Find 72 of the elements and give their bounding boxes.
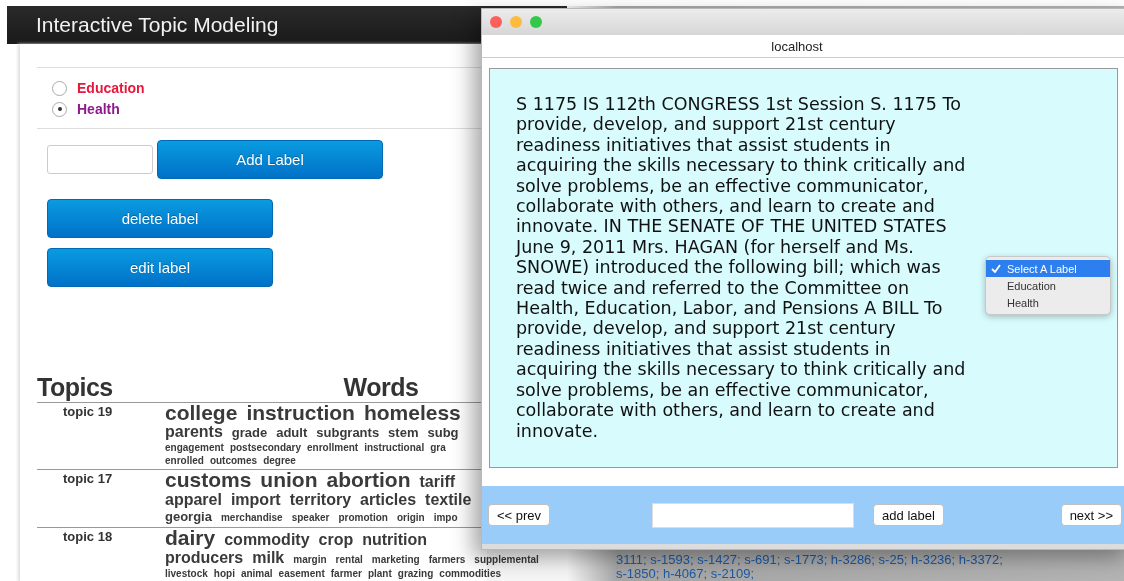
document-text: S 1175 IS 112th CONGRESS 1st Session S. 1175 To provide, develop, and support 21st century readiness initiatives that assist students in acquiring the skills necessary to think critically and solve problems, be an effective communicator, collaborate with others, and learn to create and innovate. IN THE SENATE OF THE UNITED STATES June 9, 2011 Mrs. HAGAN (for herself and Ms. SNOWE) introduced the following bill; which was read twice and referred to the Committee on Health, Education, Labor, and Pensions A BILL To provide, develop, and support 21st century readiness initiatives that assist students in acquiring the skills necessary to think critically and solve problems, be an effective communicator, collaborate with others, and learn to create and innovate. xyxy=(516,94,967,441)
topic-word: commodities xyxy=(439,567,502,580)
topic-word: speaker xyxy=(291,511,330,524)
topic-word: producers xyxy=(165,549,244,567)
topic-word: college xyxy=(165,403,238,423)
topic-word: apparel xyxy=(165,491,222,509)
topic-word: gra xyxy=(430,441,446,454)
topic-word: easement xyxy=(278,567,325,580)
topic-word: commodity xyxy=(224,531,310,549)
topic-word: merchandise xyxy=(220,511,283,524)
topic-word: postsecondary xyxy=(229,441,302,454)
prev-button[interactable]: << prev xyxy=(488,504,551,526)
bill-references: 3111; s-1593; s-1427; s-691; s-1773; h-3286; s-25; h-3236; h-3372; xyxy=(616,553,1004,567)
address-text: localhost xyxy=(771,38,823,54)
topic-word: plant xyxy=(367,567,392,580)
menu-option[interactable]: Education xyxy=(986,277,1110,294)
topic-word: union xyxy=(260,470,318,490)
column-header: Words xyxy=(343,373,419,402)
topic-word: grazing xyxy=(397,567,434,580)
topic-word: outcomes xyxy=(209,454,258,467)
topic-word: import xyxy=(230,491,281,509)
topic-word: grade xyxy=(231,425,268,441)
menu-option[interactable]: Health xyxy=(986,294,1110,311)
topic-word: subgrants xyxy=(316,425,380,441)
topic-word: promotion xyxy=(338,511,388,524)
next-button[interactable]: next >> xyxy=(1060,504,1122,526)
column-header: Topics xyxy=(37,373,113,402)
edit-label-button[interactable]: edit label xyxy=(47,248,273,287)
topic-word: milk xyxy=(252,549,285,567)
topic-word: farmer xyxy=(330,567,362,580)
topic-word: articles xyxy=(360,491,417,509)
topic-word: enrolled xyxy=(165,454,204,467)
topic-word: instruction xyxy=(246,403,355,423)
bill-references: s-1850; h-4067; s-2109; xyxy=(616,567,756,581)
topic-word: adult xyxy=(276,425,308,441)
app-title: Interactive Topic Modeling xyxy=(36,13,279,37)
topic-name: topic 19 xyxy=(62,403,114,421)
topic-word: farmers xyxy=(428,553,466,566)
topic-word: supplemental xyxy=(474,553,539,566)
topic-word: abortion xyxy=(326,470,411,490)
delete-label-button[interactable]: delete label xyxy=(47,199,273,238)
menu-option[interactable]: Select A Label xyxy=(986,260,1110,277)
topic-word: georgia xyxy=(165,509,212,525)
topic-word: customs xyxy=(165,470,252,490)
topic-word: impo xyxy=(433,511,458,524)
add-label-button[interactable]: add label xyxy=(873,504,944,526)
topic-word: nutrition xyxy=(362,531,428,549)
topic-word: textile xyxy=(425,491,472,509)
topic-word: origin xyxy=(396,511,425,524)
topic-word: livestock xyxy=(165,567,208,580)
topic-word: crop xyxy=(318,531,354,549)
topic-name: topic 17 xyxy=(62,470,114,488)
topic-word: instructional xyxy=(364,441,425,454)
topic-word: subg xyxy=(427,425,459,441)
topic-word: animal xyxy=(240,567,273,580)
label-name: Health xyxy=(77,101,120,117)
topic-word: hopi xyxy=(213,567,235,580)
topic-word: dairy xyxy=(165,528,216,548)
topic-word: enrollment xyxy=(307,441,359,454)
topic-word: stem xyxy=(388,425,419,441)
topic-name: topic 18 xyxy=(62,528,114,546)
topic-word: engagement xyxy=(165,441,224,454)
topic-word: parents xyxy=(165,423,223,441)
add-label-button[interactable]: Add Label xyxy=(157,140,383,179)
topic-word: rental xyxy=(335,553,363,566)
topic-word: marketing xyxy=(371,553,420,566)
topic-word: homeless xyxy=(363,403,461,423)
label-name: Education xyxy=(77,80,145,96)
topic-word: margin xyxy=(293,553,327,566)
topic-word: territory xyxy=(289,491,352,509)
topic-word: degree xyxy=(263,454,296,467)
topic-word: tariff xyxy=(419,473,456,491)
